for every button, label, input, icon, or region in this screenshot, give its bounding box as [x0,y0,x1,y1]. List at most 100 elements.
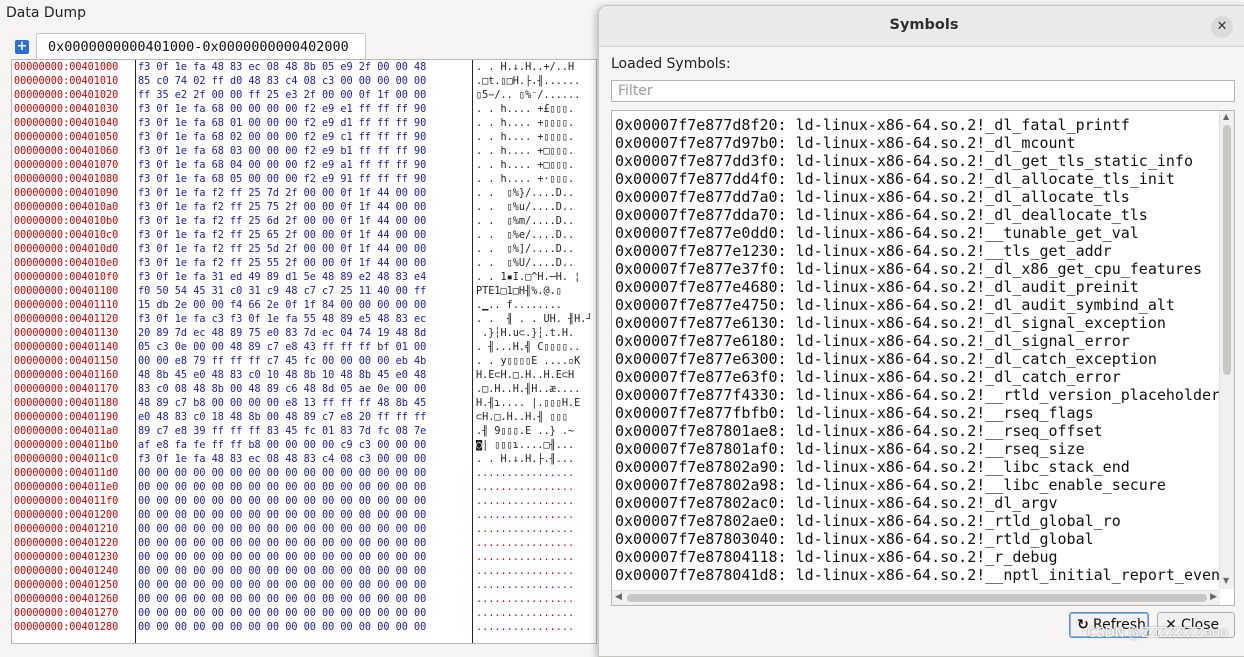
scroll-down-icon[interactable]: ▼ [1223,576,1229,585]
hex-row-bytes: f3 0f 1e fa f2 ff 25 5d 2f 00 00 0f 1f 4… [138,244,427,255]
hex-row-ascii: . . h.... +·▯▯▯. [476,174,575,185]
hex-row-bytes: f3 0f 1e fa 68 03 00 00 00 f2 e9 b1 ff f… [138,146,427,157]
hex-row-bytes: 00 00 00 00 00 00 00 00 00 00 00 00 00 0… [138,538,427,549]
hex-row-address: 00000000:004011b0 [14,440,119,451]
hex-row-address: 00000000:00401100 [14,286,119,297]
hex-row-address: 00000000:00401000 [14,62,119,73]
hex-row-bytes: 15 db 2e 00 00 f4 66 2e 0f 1f 84 00 00 0… [138,300,427,311]
hex-row-bytes: f3 0f 1e fa 68 01 00 00 00 f2 e9 d1 ff f… [138,118,427,129]
hex-row-ascii: . ╢...H.╣ C▯▯▯▯.. [476,342,581,353]
symbol-list-item[interactable]: 0x00007f7e87802a98: ld-linux-x86-64.so.2… [615,476,1166,494]
hex-row-bytes: 00 00 00 00 00 00 00 00 00 00 00 00 00 0… [138,594,427,605]
symbol-list-item[interactable]: 0x00007f7e87801ae8: ld-linux-x86-64.so.2… [615,422,1103,440]
symbol-list-item[interactable]: 0x00007f7e877dd4f0: ld-linux-x86-64.so.2… [615,170,1175,188]
symbol-list-item[interactable]: 0x00007f7e87804118: ld-linux-x86-64.so.2… [615,548,1058,566]
hex-row-bytes: 00 00 00 00 00 00 00 00 00 00 00 00 00 0… [138,622,427,633]
hex-row-ascii: ................ [476,622,575,633]
scroll-right-icon[interactable]: ▶ [1210,592,1217,602]
hex-row-ascii: H.E⊂H.□.H..H.E⊂H [476,370,575,381]
hex-row-bytes: 05 c3 0e 00 00 48 89 c7 e8 43 ff ff ff b… [138,342,427,353]
hex-row-address: 00000000:004011d0 [14,468,119,479]
hex-row-ascii: ⊂H.□.H..H.╢ ▯▯▯ [476,412,569,423]
symbol-list-item[interactable]: 0x00007f7e87802a90: ld-linux-x86-64.so.2… [615,458,1130,476]
hex-row-bytes: f3 0f 1e fa 68 04 00 00 00 f2 e9 a1 ff f… [138,160,427,171]
hex-row-ascii: . . y▯▯▯▯E ....▫K [476,356,581,367]
symbol-list-item[interactable]: 0x00007f7e877d8f20: ld-linux-x86-64.so.2… [615,116,1130,134]
hex-row-bytes: 00 00 00 00 00 00 00 00 00 00 00 00 00 0… [138,608,427,619]
scroll-left-icon[interactable]: ◀ [615,592,622,602]
hex-row-ascii: .□.H..H.╢H..æ.... [476,384,581,395]
hex-row-bytes: 85 c0 74 02 ff d0 48 83 c4 08 c3 00 00 0… [138,76,427,87]
vertical-scrollbar[interactable]: ▲ ▼ [1219,111,1234,589]
watermark: CSDN @ZZZZZZZeno [1087,626,1228,641]
hex-row-bytes: f3 0f 1e fa 48 83 ec 08 48 83 c4 08 c3 0… [138,454,427,465]
vertical-scroll-thumb[interactable] [1223,125,1231,375]
hex-row-address: 00000000:004011c0 [14,454,119,465]
hex-row-address: 00000000:00401090 [14,188,119,199]
hex-row-address: 00000000:00401130 [14,328,119,339]
hex-row-bytes: 48 8b 45 e0 48 83 c0 10 48 8b 10 48 8b 4… [138,370,427,381]
symbol-list-item[interactable]: 0x00007f7e877e6300: ld-linux-x86-64.so.2… [615,350,1157,368]
address-range-tab[interactable]: 0x0000000000401000-0x0000000000402000 [36,33,366,60]
horizontal-scrollbar[interactable]: ◀ ▶ [612,590,1220,605]
symbol-list-item[interactable]: 0x00007f7e877f4330: ld-linux-x86-64.so.2… [615,386,1220,404]
symbol-list-item[interactable]: 0x00007f7e87803040: ld-linux-x86-64.so.2… [615,530,1094,548]
hex-row-ascii: ▯5−/.. ▯%⁻/...... [476,90,581,101]
hex-row-ascii: . . ▯%}/....D.. [476,188,575,199]
hex-row-address: 00000000:004011a0 [14,426,119,437]
symbol-list-item[interactable]: 0x00007f7e87801af0: ld-linux-x86-64.so.2… [615,440,1085,458]
hex-row-bytes: 89 c7 e8 39 ff ff ff 83 45 fc 01 83 7d f… [138,426,427,437]
hex-row-address: 00000000:00401250 [14,580,119,591]
symbol-list-item[interactable]: 0x00007f7e877e37f0: ld-linux-x86-64.so.2… [615,260,1202,278]
hex-row-ascii: PTE1□1□H╢%.@.▯ [476,286,562,297]
symbol-list-item[interactable]: 0x00007f7e877e1230: ld-linux-x86-64.so.2… [615,242,1112,260]
hex-row-bytes: f3 0f 1e fa f2 ff 25 75 2f 00 00 0f 1f 4… [138,202,427,213]
hex-row-bytes: af e8 fa fe ff ff b8 00 00 00 00 c9 c3 0… [138,440,427,451]
symbols-dialog: Symbols ✕ Loaded Symbols: 0x00007f7e877d… [598,5,1244,657]
add-tab-button[interactable]: + [15,40,29,54]
hex-row-bytes: 00 00 00 00 00 00 00 00 00 00 00 00 00 0… [138,482,427,493]
hex-row-address: 00000000:004010c0 [14,230,119,241]
close-icon[interactable]: ✕ [1211,16,1233,38]
hex-row-address: 00000000:00401070 [14,160,119,171]
symbol-list-item[interactable]: 0x00007f7e877e63f0: ld-linux-x86-64.so.2… [615,368,1121,386]
symbol-list-item[interactable]: 0x00007f7e877fbfb0: ld-linux-x86-64.so.2… [615,404,1094,422]
hex-row-bytes: f3 0f 1e fa 68 05 00 00 00 f2 e9 91 ff f… [138,174,427,185]
symbol-list-item[interactable]: 0x00007f7e877dd7a0: ld-linux-x86-64.so.2… [615,188,1130,206]
hex-row-ascii: ◙| ▯▯▯ɿ....□╢... [476,440,575,451]
symbol-list-item[interactable]: 0x00007f7e877e6130: ld-linux-x86-64.so.2… [615,314,1166,332]
hex-row-bytes: 00 00 00 00 00 00 00 00 00 00 00 00 00 0… [138,566,427,577]
symbol-list-item[interactable]: 0x00007f7e877d97b0: ld-linux-x86-64.so.2… [615,134,1076,152]
hex-row-ascii: . . ▯%m/....D.. [476,216,575,227]
hex-row-address: 00000000:004010f0 [14,272,119,283]
scroll-up-icon[interactable]: ▲ [1223,112,1229,121]
filter-input[interactable] [611,80,1235,102]
symbol-list-item[interactable]: 0x00007f7e87802ac0: ld-linux-x86-64.so.2… [615,494,1058,512]
hex-row-bytes: 00 00 00 00 00 00 00 00 00 00 00 00 00 0… [138,468,427,479]
hex-row-bytes: f3 0f 1e fa 48 83 ec 08 48 8b 05 e9 2f 0… [138,62,427,73]
hex-row[interactable]: 00000000:00401280 00 00 00 00 00 00 00 00… [12,621,596,639]
symbols-list[interactable]: 0x00007f7e877d8f20: ld-linux-x86-64.so.2… [611,110,1235,606]
dialog-title: Symbols [889,17,959,33]
hex-row-address: 00000000:00401020 [14,90,119,101]
symbol-list-item[interactable]: 0x00007f7e877dd3f0: ld-linux-x86-64.so.2… [615,152,1193,170]
symbol-list-item[interactable]: 0x00007f7e878041d8: ld-linux-x86-64.so.2… [615,566,1234,584]
symbol-list-item[interactable]: 0x00007f7e877e0dd0: ld-linux-x86-64.so.2… [615,224,1139,242]
symbol-list-item[interactable]: 0x00007f7e87802ae0: ld-linux-x86-64.so.2… [615,512,1121,530]
hex-row-address: 00000000:004010e0 [14,258,119,269]
hex-row-bytes: f3 0f 1e fa f2 ff 25 55 2f 00 00 0f 1f 4… [138,258,427,269]
symbol-list-item[interactable]: 0x00007f7e877e6180: ld-linux-x86-64.so.2… [615,332,1130,350]
hex-row-address: 00000000:00401180 [14,398,119,409]
hex-row-address: 00000000:00401150 [14,356,119,367]
hex-row-address: 00000000:00401210 [14,524,119,535]
symbol-list-item[interactable]: 0x00007f7e877dda70: ld-linux-x86-64.so.2… [615,206,1148,224]
hex-dump-view[interactable]: 00000000:00401000 f3 0f 1e fa 48 83 ec 08… [11,59,597,644]
symbol-list-item[interactable]: 0x00007f7e877e4680: ld-linux-x86-64.so.2… [615,278,1139,296]
hex-row-ascii: ................ [476,608,575,619]
symbol-list-item[interactable]: 0x00007f7e877e4750: ld-linux-x86-64.so.2… [615,296,1175,314]
hex-row-ascii: . . h.... +▯▯▯▯. [476,118,575,129]
hex-row-address: 00000000:00401050 [14,132,119,143]
hex-row-bytes: f3 0f 1e fa f2 ff 25 7d 2f 00 00 0f 1f 4… [138,188,427,199]
hex-row-bytes: 00 00 e8 79 ff ff ff c7 45 fc 00 00 00 0… [138,356,427,367]
horizontal-scroll-thumb[interactable] [627,594,1207,602]
